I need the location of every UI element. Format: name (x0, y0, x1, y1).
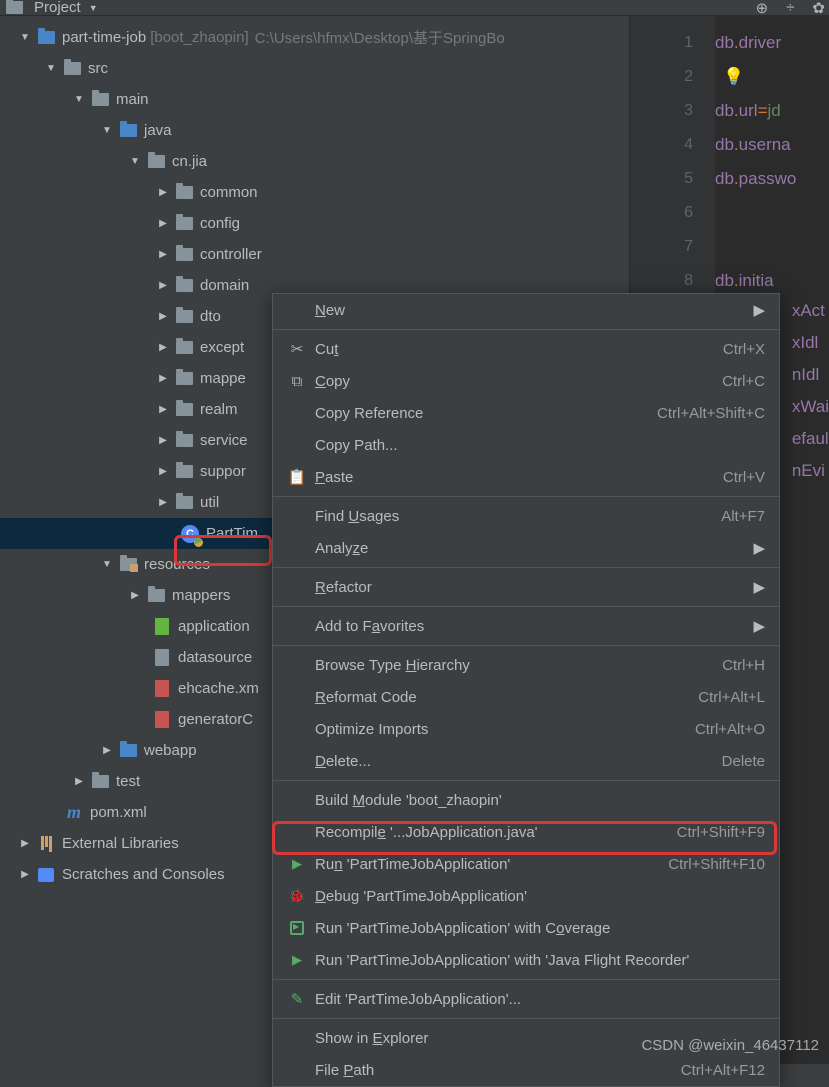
tree-java[interactable]: java (0, 115, 629, 146)
chevron-right-icon[interactable] (156, 280, 170, 291)
expand-icon[interactable]: ÷ (786, 0, 794, 16)
code-overlap: xActxIdlnIdl xWaiefaulnEvi (792, 295, 829, 487)
chevron-down-icon[interactable] (100, 559, 114, 570)
tree-root[interactable]: part-time-job [boot_zhaopin] C:\Users\hf… (0, 22, 629, 53)
menu-edit-config[interactable]: ✎Edit 'PartTimeJobApplication'... (273, 983, 779, 1015)
package-icon (174, 400, 194, 420)
cut-icon: ✂ (287, 340, 307, 358)
menu-paste[interactable]: 📋PasteCtrl+V (273, 461, 779, 493)
menu-new[interactable]: New▶ (273, 294, 779, 326)
paste-icon: 📋 (287, 468, 307, 486)
tree-common[interactable]: common (0, 177, 629, 208)
menu-recompile[interactable]: Recompile '...JobApplication.java'Ctrl+S… (273, 816, 779, 848)
chevron-right-icon[interactable] (156, 466, 170, 477)
chevron-right-icon[interactable] (156, 311, 170, 322)
toolbar-project-label: Project (34, 0, 81, 16)
menu-browse-hierarchy[interactable]: Browse Type HierarchyCtrl+H (273, 649, 779, 681)
chevron-right-icon[interactable] (156, 218, 170, 229)
settings-icon[interactable]: ✿ (812, 0, 825, 17)
folder-icon (90, 90, 110, 110)
debug-icon (287, 888, 307, 904)
menu-debug[interactable]: Debug 'PartTimeJobApplication' (273, 880, 779, 912)
xml-file-icon (152, 710, 172, 730)
package-icon (174, 369, 194, 389)
tree-src[interactable]: src (0, 53, 629, 84)
package-icon (174, 245, 194, 265)
project-icon (4, 0, 24, 18)
chevron-right-icon[interactable] (18, 869, 32, 880)
menu-analyze[interactable]: Analyze▶ (273, 532, 779, 564)
maven-icon: m (64, 803, 84, 823)
folder-icon (90, 772, 110, 792)
package-icon (174, 183, 194, 203)
watermark: CSDN @weixin_46437112 (641, 1037, 819, 1054)
chevron-down-icon[interactable] (44, 63, 58, 74)
chevron-right-icon[interactable] (72, 776, 86, 787)
tree-controller[interactable]: controller (0, 239, 629, 270)
package-icon (174, 462, 194, 482)
menu-favorites[interactable]: Add to Favorites▶ (273, 610, 779, 642)
collapse-icon[interactable]: ⊕ (756, 0, 769, 17)
chevron-right-icon[interactable] (100, 745, 114, 756)
module-icon (36, 28, 56, 48)
chevron-down-icon[interactable] (128, 156, 142, 167)
libraries-icon (36, 834, 56, 854)
run-icon (287, 856, 307, 872)
menu-copy[interactable]: ⧉CopyCtrl+C (273, 365, 779, 397)
package-icon (174, 338, 194, 358)
chevron-right-icon[interactable] (128, 590, 142, 601)
package-icon (174, 214, 194, 234)
properties-file-icon (152, 648, 172, 668)
toolbar: Project ▼ ⊕ ÷ ✿ (0, 0, 829, 16)
scratches-icon (36, 865, 56, 885)
resources-folder-icon (118, 555, 138, 575)
edit-config-icon: ✎ (287, 990, 307, 1008)
tree-main[interactable]: main (0, 84, 629, 115)
menu-build-module[interactable]: Build Module 'boot_zhaopin' (273, 784, 779, 816)
copy-icon: ⧉ (287, 373, 307, 390)
chevron-down-icon[interactable]: ▼ (89, 3, 98, 13)
menu-run-coverage[interactable]: Run 'PartTimeJobApplication' with Covera… (273, 912, 779, 944)
chevron-right-icon[interactable] (18, 838, 32, 849)
menu-reformat[interactable]: Reformat CodeCtrl+Alt+L (273, 681, 779, 713)
source-folder-icon (118, 121, 138, 141)
run-icon (287, 952, 307, 968)
chevron-right-icon[interactable] (156, 342, 170, 353)
folder-icon (146, 586, 166, 606)
chevron-down-icon[interactable] (18, 32, 32, 43)
chevron-right-icon[interactable] (156, 373, 170, 384)
xml-file-icon (152, 679, 172, 699)
package-icon (146, 152, 166, 172)
coverage-icon (287, 921, 307, 935)
chevron-right-icon[interactable] (156, 187, 170, 198)
chevron-down-icon[interactable] (100, 125, 114, 136)
menu-cut[interactable]: ✂CutCtrl+X (273, 333, 779, 365)
chevron-right-icon[interactable] (156, 435, 170, 446)
tree-package[interactable]: cn.jia (0, 146, 629, 177)
menu-run-flight[interactable]: Run 'PartTimeJobApplication' with 'Java … (273, 944, 779, 976)
chevron-right-icon[interactable] (156, 249, 170, 260)
chevron-down-icon[interactable] (72, 94, 86, 105)
menu-copy-path[interactable]: Copy Path... (273, 429, 779, 461)
menu-copy-reference[interactable]: Copy ReferenceCtrl+Alt+Shift+C (273, 397, 779, 429)
menu-run[interactable]: Run 'PartTimeJobApplication'Ctrl+Shift+F… (273, 848, 779, 880)
web-folder-icon (118, 741, 138, 761)
spring-run-class-icon: C (180, 524, 200, 544)
package-icon (174, 431, 194, 451)
chevron-right-icon[interactable] (156, 497, 170, 508)
menu-delete[interactable]: Delete...Delete (273, 745, 779, 777)
package-icon (174, 307, 194, 327)
intention-bulb-icon[interactable]: 💡 (715, 67, 744, 86)
spring-config-icon (152, 617, 172, 637)
menu-file-path[interactable]: File PathCtrl+Alt+F12 (273, 1054, 779, 1086)
menu-optimize-imports[interactable]: Optimize ImportsCtrl+Alt+O (273, 713, 779, 745)
menu-refactor[interactable]: Refactor▶ (273, 571, 779, 603)
folder-icon (62, 59, 82, 79)
menu-find-usages[interactable]: Find UsagesAlt+F7 (273, 500, 779, 532)
chevron-right-icon[interactable] (156, 404, 170, 415)
package-icon (174, 276, 194, 296)
context-menu: New▶ ✂CutCtrl+X ⧉CopyCtrl+C Copy Referen… (272, 293, 780, 1087)
tree-config[interactable]: config (0, 208, 629, 239)
package-icon (174, 493, 194, 513)
